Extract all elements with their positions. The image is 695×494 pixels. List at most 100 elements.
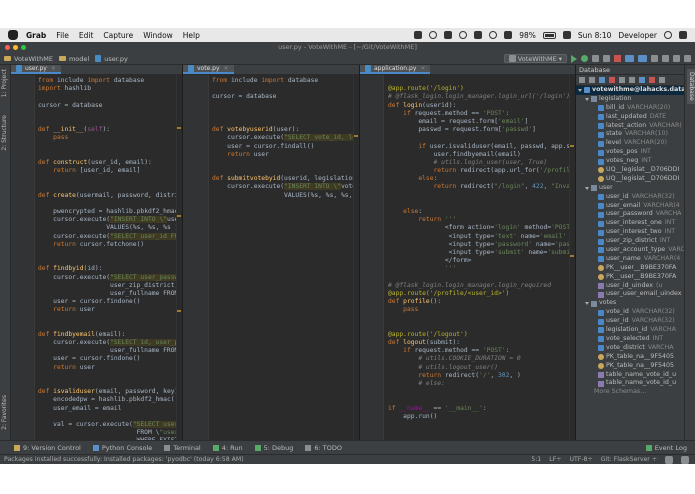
code-line[interactable] [212, 110, 359, 118]
code-line[interactable]: def isvaliduser(email, password, key): [38, 388, 182, 396]
code-line[interactable]: cursor.execute("INSERT INTO \"user\" (em [38, 216, 182, 224]
favorites-tool-tab[interactable]: 2: Favorites [1, 395, 8, 430]
column-node[interactable]: PK_table_na__9F5405 [576, 362, 684, 371]
warning-marker[interactable] [570, 145, 574, 147]
code-line[interactable]: @app.route('/login') [388, 85, 575, 93]
breadcrumb-file[interactable]: user.py [95, 55, 128, 63]
code-line[interactable] [38, 380, 182, 388]
code-line[interactable]: # @flask_login.login_manager.login_url('… [388, 93, 575, 101]
code-line[interactable]: return cursor.fetchone() [38, 241, 182, 249]
wifi-icon[interactable] [489, 31, 498, 39]
column-node[interactable]: user_id VARCHAR(32) [576, 193, 684, 202]
filter-icon[interactable] [659, 77, 665, 83]
terminal-tool-button[interactable]: Terminal [164, 444, 201, 452]
editor-scrollbar[interactable] [353, 75, 359, 440]
stop-icon[interactable] [614, 55, 621, 62]
code-line[interactable] [38, 323, 182, 331]
column-node[interactable]: state VARCHAR(10) [576, 130, 684, 139]
code-line[interactable] [388, 314, 575, 322]
stop-icon[interactable] [609, 77, 615, 83]
code-line[interactable]: def logout(submit): [388, 339, 575, 347]
volume-icon[interactable] [504, 31, 513, 39]
code-line[interactable]: user_fullname FROM user [38, 347, 182, 355]
menu-help[interactable]: Help [183, 31, 200, 40]
vcs-update-icon[interactable] [625, 55, 634, 62]
line-gutter[interactable] [360, 75, 384, 440]
code-line[interactable]: import hashlib [38, 85, 182, 93]
column-node[interactable]: latest_action VARCHAR( [576, 122, 684, 131]
column-node[interactable]: table_name_vote_id_u [576, 379, 684, 388]
revert-icon[interactable] [662, 55, 669, 62]
code-line[interactable] [388, 396, 575, 404]
code-line[interactable]: @app.route('/profile/<user_id>') [388, 290, 575, 298]
code-line[interactable]: email = request.form['email'] [388, 118, 575, 126]
settings-icon[interactable] [673, 55, 680, 62]
warning-marker[interactable] [177, 127, 181, 129]
code-line[interactable]: return [user_id, email] [38, 167, 182, 175]
code-line[interactable]: cursor = database [38, 102, 182, 110]
profile-icon[interactable] [603, 55, 610, 62]
chevron-down-icon[interactable] [585, 186, 589, 190]
refresh-icon[interactable] [599, 77, 605, 83]
code-line[interactable]: <input type='text' name='email' id [388, 233, 575, 241]
code-line[interactable]: user.findbyemail(email) [388, 151, 575, 159]
code-line[interactable]: app.run() [388, 413, 575, 421]
code-line[interactable]: else: [388, 208, 575, 216]
debug-icon[interactable] [581, 55, 588, 62]
menu-window[interactable]: Window [143, 31, 173, 40]
code-line[interactable]: cursor.execute("SELECT user_password, e [38, 273, 182, 282]
notification-center-icon[interactable] [679, 31, 687, 39]
caret-position[interactable]: 5:1 [531, 456, 541, 464]
code-line[interactable]: if request.method == 'POST': [388, 110, 575, 118]
line-separator[interactable]: LF÷ [549, 456, 561, 464]
editor-tab-application[interactable]: application.py × [360, 65, 431, 74]
code-line[interactable]: if user.isvaliduser(email, passwd, app.s… [388, 143, 575, 151]
code-line[interactable]: user = cursor.findone() [38, 298, 182, 306]
code-line[interactable]: cursor.execute("SELECT vote_id, legis [212, 134, 359, 142]
column-node[interactable]: user_user_email_uindex [576, 290, 684, 299]
code-line[interactable]: # else: [388, 380, 575, 388]
code-line[interactable]: from include import database [38, 77, 182, 85]
column-node[interactable]: user_id VARCHAR(32) [576, 317, 684, 326]
line-gutter[interactable] [11, 75, 35, 440]
code-line[interactable]: pass [38, 134, 182, 142]
table-view-icon[interactable] [629, 77, 635, 83]
code-line[interactable]: def construct(user_id, email): [38, 159, 182, 167]
code-line[interactable] [38, 143, 182, 151]
structure-tool-tab[interactable]: 2: Structure [1, 115, 8, 151]
project-tool-tab[interactable]: 1: Project [1, 69, 8, 97]
spotlight-icon[interactable] [664, 31, 672, 39]
search-icon[interactable] [684, 55, 691, 62]
column-node[interactable]: user_interest_one INT [576, 219, 684, 228]
column-node[interactable]: last_updated DATE [576, 113, 684, 122]
code-editor[interactable]: from include import database import hashl… [11, 75, 182, 440]
apple-icon[interactable] [8, 30, 18, 40]
run-icon[interactable] [571, 54, 577, 63]
code-line[interactable] [388, 77, 575, 85]
column-node[interactable]: UQ__legislat__D706DDI [576, 166, 684, 175]
code-line[interactable] [212, 159, 359, 167]
code-line[interactable]: user_fullname FROM user [38, 290, 182, 298]
code-line[interactable]: def findbyid(id): [38, 265, 182, 273]
column-node[interactable]: bill_id VARCHAR(20) [576, 104, 684, 113]
code-line[interactable]: passwd = request.form['passwd'] [388, 126, 575, 134]
menu-file[interactable]: File [56, 31, 69, 40]
code-line[interactable]: else: [388, 175, 575, 183]
code-line[interactable]: if request.method == 'POST': [388, 347, 575, 355]
table-node[interactable]: legislation [576, 95, 684, 104]
status-message[interactable]: Packages installed successfully: Install… [4, 456, 244, 463]
code-line[interactable]: return ''' [388, 216, 575, 224]
column-node[interactable]: UQ__legislat__D706DDI [576, 175, 684, 184]
clock[interactable]: Sun 8:10 [578, 31, 612, 40]
column-node[interactable]: vote_id VARCHAR(32) [576, 308, 684, 317]
code-line[interactable]: cursor.execute("SELECT user_id FROM \" [38, 232, 182, 241]
code-line[interactable] [212, 85, 359, 93]
python-console-tool-button[interactable]: Python Console [92, 444, 152, 452]
code-line[interactable] [38, 151, 182, 159]
close-window-button[interactable] [5, 45, 10, 50]
code-line[interactable] [38, 118, 182, 126]
code-line[interactable] [212, 102, 359, 110]
column-node[interactable]: user_email VARCHAR(4 [576, 202, 684, 211]
database-tool-tab[interactable]: Database [687, 69, 695, 104]
code-line[interactable]: # utils.COOKIE_DURATION = 0 [388, 355, 575, 363]
